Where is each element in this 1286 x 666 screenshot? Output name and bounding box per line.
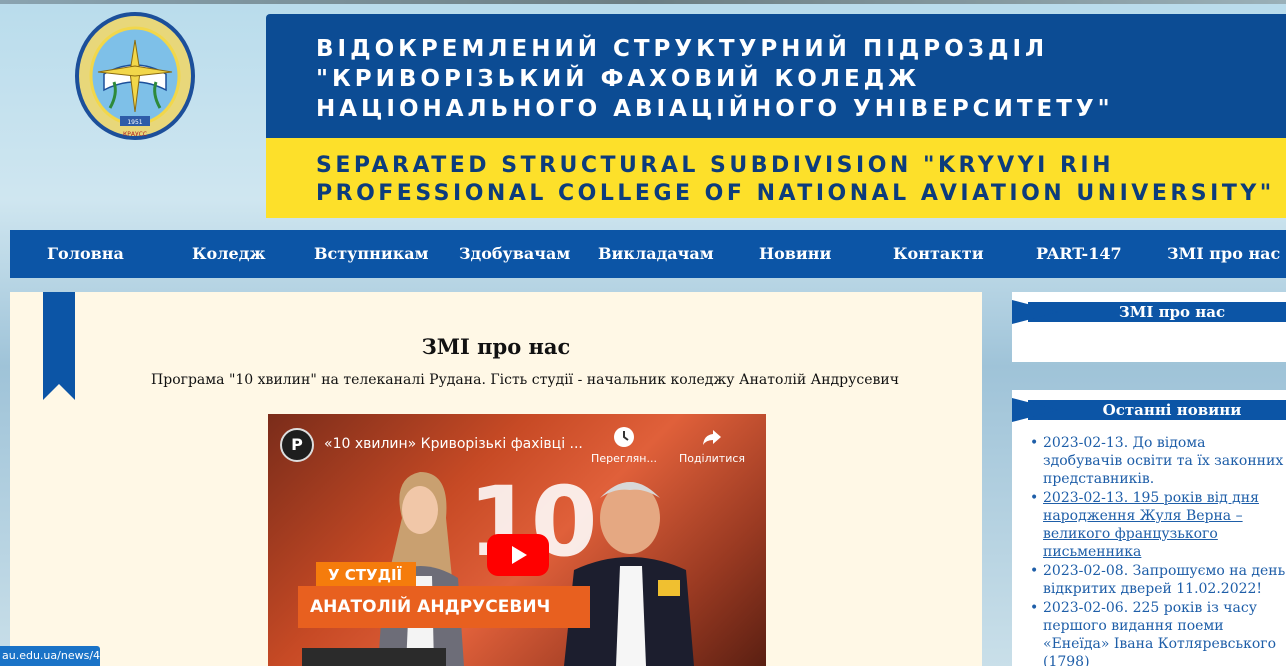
- sidebar-news-title: Останні новини: [1102, 401, 1242, 419]
- play-button[interactable]: [487, 534, 549, 576]
- list-item: 2023-02-13. 195 років від дня народження…: [1028, 489, 1286, 561]
- video-bottom-strip: [302, 648, 446, 666]
- college-logo[interactable]: 1951 КРАУСС: [74, 12, 196, 140]
- header-banner-en: SEPARATED STRUCTURAL SUBDIVISION "KRYVYI…: [266, 138, 1286, 218]
- news-list: 2023-02-13. До відома здобувачів освіти …: [1028, 434, 1286, 666]
- channel-avatar[interactable]: Р: [280, 428, 314, 462]
- page-subtitle: Програма "10 хвилин" на телеканалі Рудан…: [151, 372, 899, 388]
- nav-item-part147[interactable]: PART-147: [1036, 230, 1122, 278]
- studio-tag: У СТУДІЇ: [316, 562, 416, 588]
- nav-item-contacts[interactable]: Контакти: [893, 230, 984, 278]
- news-link[interactable]: 2023-02-13. 195 років від дня народження…: [1043, 490, 1259, 560]
- page-title: ЗМІ про нас: [421, 334, 571, 359]
- clock-icon: [614, 427, 634, 447]
- guest-name-tag: АНАТОЛІЙ АНДРУСЕВИЧ: [298, 586, 590, 628]
- nav-item-applicants[interactable]: Вступникам: [314, 230, 429, 278]
- nav-item-media[interactable]: ЗМІ про нас: [1167, 230, 1280, 278]
- list-item: 2023-02-13. До відома здобувачів освіти …: [1028, 434, 1286, 488]
- sidebar-news-box: Останні новини 2023-02-13. До відома здо…: [1012, 390, 1286, 666]
- main-content: ЗМІ про нас Програма "10 хвилин" на теле…: [10, 292, 982, 666]
- header-banner-ua: ВІДОКРЕМЛЕНИЙ СТРУКТУРНИЙ ПІДРОЗДІЛ "КРИ…: [266, 14, 1286, 138]
- arrow-icon: [1012, 300, 1058, 324]
- share-label: Поділитися: [678, 452, 746, 465]
- top-image-strip: [0, 0, 1286, 4]
- logo-year: 1951: [127, 119, 142, 126]
- youtube-video-embed[interactable]: 10 Р «10 хвилин» Криворізькі фахівці ...…: [268, 414, 766, 666]
- news-link[interactable]: 2023-02-08. Запрошуємо на день відкритих…: [1043, 563, 1285, 597]
- nav-item-news[interactable]: Новини: [759, 230, 831, 278]
- nav-item-students[interactable]: Здобувачам: [459, 230, 570, 278]
- arrow-icon: [1012, 398, 1058, 422]
- logo-abbr: КРАУСС: [123, 131, 147, 138]
- list-item: 2023-02-08. Запрошуємо на день відкритих…: [1028, 562, 1286, 598]
- share-icon: [703, 430, 721, 445]
- header-title-ua: ВІДОКРЕМЛЕНИЙ СТРУКТУРНИЙ ПІДРОЗДІЛ "КРИ…: [316, 36, 1114, 122]
- sidebar-media-header: ЗМІ про нас: [1012, 300, 1286, 324]
- sidebar-media-title[interactable]: ЗМІ про нас: [1058, 302, 1286, 322]
- list-item: 2023-02-06. 225 років із часу першого ви…: [1028, 599, 1286, 666]
- news-link[interactable]: 2023-02-06. 225 років із часу першого ви…: [1043, 600, 1276, 666]
- news-link[interactable]: 2023-02-13. До відома здобувачів освіти …: [1043, 435, 1283, 487]
- share-button[interactable]: Поділитися: [672, 426, 752, 465]
- nav-item-college[interactable]: Коледж: [192, 230, 266, 278]
- nav-item-teachers[interactable]: Викладачам: [598, 230, 714, 278]
- watch-later-button[interactable]: Переглян...: [584, 426, 664, 465]
- video-title[interactable]: «10 хвилин» Криворізькі фахівці ...: [324, 436, 583, 452]
- header-title-en: SEPARATED STRUCTURAL SUBDIVISION "KRYVYI…: [316, 153, 1275, 206]
- sidebar-media-box: ЗМІ про нас: [1012, 292, 1286, 362]
- watch-later-label: Переглян...: [591, 452, 657, 465]
- nav-item-home[interactable]: Головна: [47, 230, 124, 278]
- main-nav: Головна Коледж Вступникам Здобувачам Вик…: [10, 230, 1286, 278]
- sidebar-news-header: Останні новини: [1012, 398, 1286, 422]
- status-bar-url: au.edu.ua/news/466: [0, 646, 100, 666]
